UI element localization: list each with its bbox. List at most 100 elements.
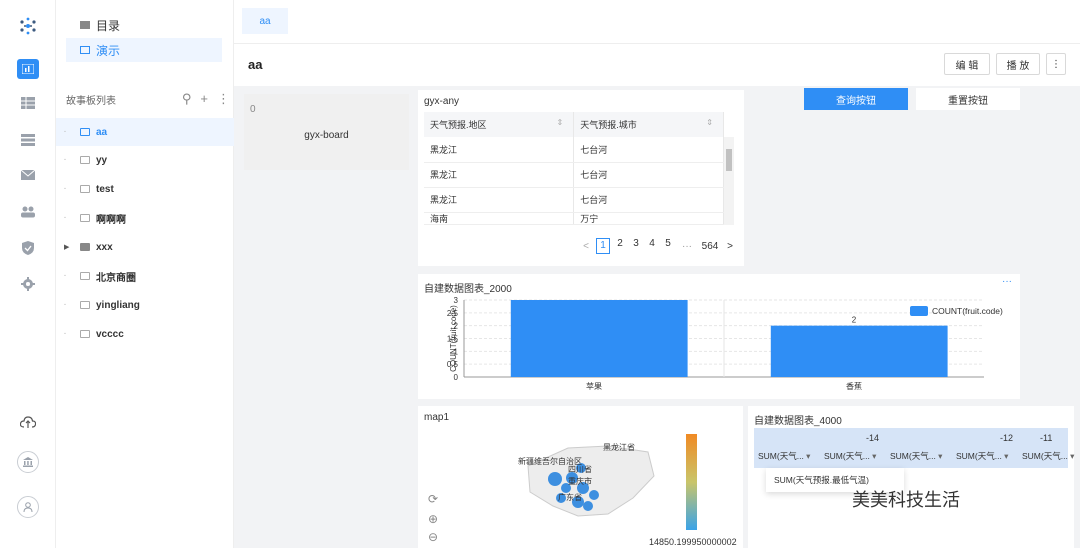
- column-header[interactable]: 天气预报.地区 ⇕: [424, 112, 575, 137]
- story-icon: [80, 272, 90, 280]
- y-tick-label: 3: [454, 296, 459, 305]
- header-number: -12: [1000, 433, 1014, 443]
- user-avatar-icon[interactable]: [17, 496, 39, 518]
- map-region-label[interactable]: 黑龙江省: [603, 442, 635, 453]
- bullet-icon: ·: [64, 272, 67, 280]
- dropdown-arrow-icon[interactable]: ▾: [936, 451, 942, 461]
- measure-column-header[interactable]: SUM(天气... ▾: [890, 450, 942, 462]
- table-row[interactable]: 黑龙江 七台河: [424, 137, 724, 163]
- map-region-label[interactable]: 四川省: [568, 464, 592, 475]
- story-item[interactable]: · 啊啊啊: [56, 204, 234, 232]
- cross-table-header: -14 -12 -11 SUM(天气... ▾ SUM(天气... ▾ SUM(天气...…: [754, 428, 1074, 468]
- expand-arrow-icon[interactable]: ▶: [64, 243, 74, 251]
- story-item[interactable]: ▶ xxx: [56, 233, 234, 261]
- story-item[interactable]: · test: [56, 175, 234, 203]
- board-card[interactable]: 0 gyx-board: [244, 94, 409, 170]
- measure-column-header[interactable]: SUM(天气... ▾: [758, 450, 810, 462]
- page-button[interactable]: 4: [644, 238, 660, 254]
- table-row[interactable]: 黑龙江 七台河: [424, 162, 724, 188]
- dropdown-arrow-icon[interactable]: ▾: [804, 451, 810, 461]
- story-item[interactable]: · 北京商圈: [56, 262, 234, 290]
- table-icon[interactable]: [20, 95, 36, 111]
- pager-ellipsis[interactable]: ···: [676, 241, 698, 252]
- watermark: 美美科技生活: [852, 490, 960, 511]
- story-icon: [80, 185, 90, 193]
- edit-button[interactable]: 编 辑: [944, 53, 990, 75]
- zoom-out-icon[interactable]: ⊖: [428, 530, 438, 544]
- list-icon[interactable]: [20, 132, 36, 148]
- story-label: aa: [96, 126, 108, 138]
- measure-column-header[interactable]: SUM(天气... ▾: [824, 450, 876, 462]
- legend-label: COUNT(fruit.code): [932, 306, 1003, 316]
- story-list-title: 故事板列表: [66, 95, 116, 107]
- table-row[interactable]: 海南 万宁: [424, 212, 724, 225]
- story-item[interactable]: · yy: [56, 146, 234, 174]
- story-icon: [80, 214, 90, 222]
- users-icon[interactable]: [20, 204, 36, 220]
- dropdown-arrow-icon[interactable]: ▾: [870, 451, 876, 461]
- cross-table-card: 自建数据图表_4000 -14 -12 -11 SUM(天气... ▾ SUM(天气..…: [748, 406, 1074, 548]
- story-item[interactable]: · yingliang: [56, 291, 234, 319]
- more-vertical-icon[interactable]: ⋮: [217, 91, 230, 107]
- next-page-button[interactable]: >: [722, 241, 738, 252]
- story-label: 啊啊啊: [96, 214, 126, 226]
- bar[interactable]: [510, 300, 688, 377]
- page-button[interactable]: 3: [628, 238, 644, 254]
- logo-icon: [18, 16, 38, 36]
- story-item[interactable]: · vcccc: [56, 320, 234, 348]
- story-label: xxx: [96, 241, 113, 253]
- page-button[interactable]: 2: [612, 238, 628, 254]
- gear-icon[interactable]: [20, 276, 36, 292]
- dropdown-arrow-icon[interactable]: ▾: [1002, 451, 1008, 461]
- table-card: gyx-any 天气预报.地区 ⇕ 天气预报.城市 ⇕ 黑龙江 七台河 黑龙江 七台河 黑龙江…: [418, 90, 744, 266]
- measure-column-header[interactable]: SUM(天气... ▾: [956, 450, 1008, 462]
- last-page-button[interactable]: 564: [698, 241, 722, 252]
- page-button[interactable]: 1: [596, 238, 610, 254]
- tab-aa[interactable]: aa: [242, 8, 288, 34]
- bank-icon[interactable]: [17, 451, 39, 473]
- map-region-label[interactable]: 广东省: [558, 492, 582, 503]
- add-icon[interactable]: +: [200, 91, 208, 107]
- catalog-item[interactable]: 目录: [66, 13, 222, 37]
- bullet-icon: ·: [64, 185, 67, 193]
- measure-column-label: SUM(天气...: [890, 451, 936, 461]
- x-tick-label: 苹果: [586, 381, 602, 391]
- story-label: test: [96, 183, 114, 195]
- more-button[interactable]: ⋮: [1046, 53, 1066, 75]
- y-tick-label: 0: [454, 373, 459, 382]
- data-label: 2: [852, 316, 857, 325]
- prev-page-button[interactable]: <: [578, 241, 594, 252]
- story-icon: [80, 330, 90, 338]
- column-header[interactable]: 天气预报.城市 ⇕: [573, 112, 724, 137]
- reset-map-icon[interactable]: ⟳: [428, 492, 438, 506]
- query-button[interactable]: 查询按钮: [804, 88, 908, 110]
- board-index: 0: [250, 104, 256, 115]
- table-scrollbar[interactable]: [724, 137, 734, 225]
- reset-button[interactable]: 重置按钮: [916, 88, 1020, 110]
- dashboard-icon[interactable]: [17, 59, 39, 79]
- story-icon: [80, 156, 90, 164]
- map-region-label[interactable]: 重庆市: [568, 476, 592, 487]
- cloud-upload-icon[interactable]: [20, 414, 36, 430]
- tab-bar: aa: [234, 0, 1080, 44]
- sort-icon[interactable]: ⇕: [706, 118, 713, 127]
- measure-column-label: SUM(天气...: [824, 451, 870, 461]
- play-button[interactable]: 播 放: [996, 53, 1040, 75]
- demo-item[interactable]: 演示: [66, 38, 222, 62]
- mail-icon[interactable]: [20, 167, 36, 183]
- table-row[interactable]: 黑龙江 七台河: [424, 187, 724, 213]
- zoom-in-icon[interactable]: ⊕: [428, 512, 438, 526]
- board-name: gyx-board: [304, 130, 349, 141]
- dropdown-arrow-icon[interactable]: ▾: [1068, 451, 1074, 461]
- story-item[interactable]: · aa: [56, 118, 234, 146]
- shield-icon[interactable]: [20, 240, 36, 256]
- measure-column-header[interactable]: SUM(天气... ▾: [1022, 450, 1074, 462]
- bar[interactable]: [770, 325, 948, 377]
- pagination: < 12345 ··· 564 >: [578, 238, 738, 254]
- measure-column-label: SUM(天气...: [758, 451, 804, 461]
- page-button[interactable]: 5: [660, 238, 676, 254]
- table-cell: 海南: [424, 212, 575, 225]
- scroll-thumb[interactable]: [726, 149, 732, 171]
- search-icon[interactable]: ⚲: [182, 91, 192, 107]
- sort-icon[interactable]: ⇕: [557, 118, 564, 127]
